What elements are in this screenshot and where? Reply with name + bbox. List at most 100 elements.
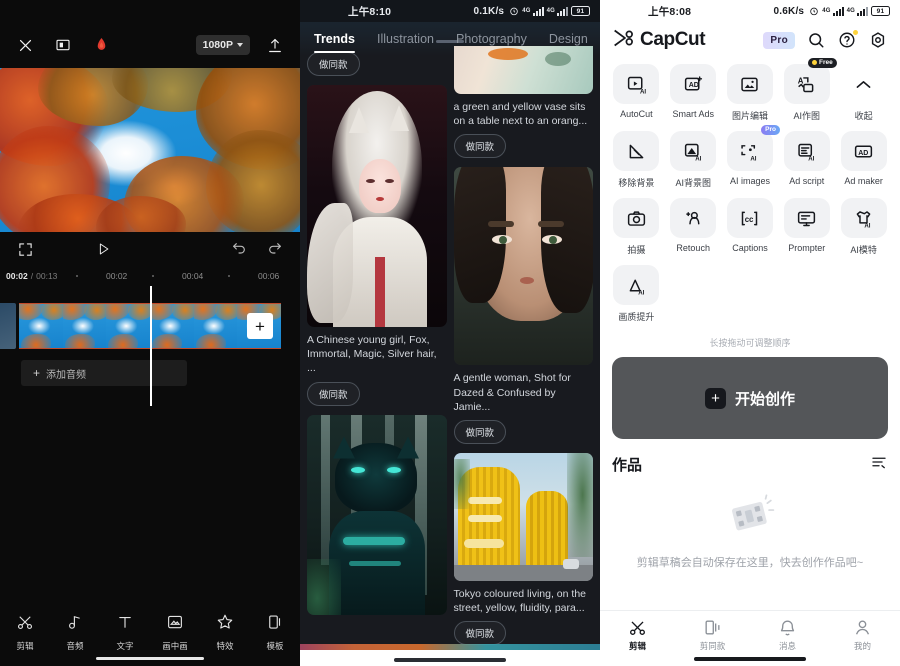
svg-text:AD: AD: [688, 82, 698, 89]
make-similar-button[interactable]: 做同款: [307, 382, 360, 406]
sort-icon[interactable]: [870, 453, 888, 476]
card-caption: A Chinese young girl, Fox, Immortal, Mag…: [307, 333, 447, 376]
camera-icon: [613, 198, 659, 238]
tool-ai-model[interactable]: AI AI模特: [835, 198, 892, 256]
pro-badge[interactable]: Pro: [763, 32, 795, 49]
tool-label: 收起: [855, 109, 873, 122]
gear-icon[interactable]: [868, 30, 888, 50]
card-image-yellow-building[interactable]: [454, 453, 594, 581]
tool-smart-ads[interactable]: AD Smart Ads: [665, 64, 722, 122]
tool-collapse[interactable]: 收起: [835, 64, 892, 122]
close-icon[interactable]: [14, 34, 36, 56]
feed-card[interactable]: [307, 415, 447, 615]
card-image-neon-tiger[interactable]: [307, 415, 447, 615]
tool-ai-images[interactable]: AI Pro AI images: [722, 131, 779, 189]
nav-item-profile[interactable]: 我的: [825, 618, 900, 652]
tool-label: 画质提升: [618, 310, 654, 323]
tool-prompter[interactable]: Prompter: [778, 198, 835, 256]
start-creating-button[interactable]: + 开始创作: [612, 357, 888, 439]
feed-card[interactable]: Tokyo coloured living, on the street, ye…: [454, 453, 594, 645]
tool-camera[interactable]: 拍摄: [608, 198, 665, 256]
home-indicator-panel3: [694, 657, 806, 661]
tool-edit[interactable]: 剪辑: [0, 613, 50, 652]
tool-ad-maker[interactable]: AD Ad maker: [835, 131, 892, 189]
status-icons: 0.1K/s 4G 4G 91: [474, 6, 590, 17]
tool-upscale[interactable]: AI 画质提升: [608, 265, 665, 323]
timeline-tracks[interactable]: + + 添加音频: [0, 286, 300, 406]
tool-image-edit[interactable]: 图片编辑: [722, 64, 779, 122]
tab-design[interactable]: Design: [549, 32, 588, 53]
aspect-ratio-icon[interactable]: [52, 34, 74, 56]
svg-text:AI: AI: [640, 88, 646, 95]
add-clip-button[interactable]: +: [247, 313, 273, 339]
nav-item-edit[interactable]: 剪辑: [600, 618, 675, 652]
tool-audio[interactable]: 音频: [50, 613, 100, 652]
nav-item-messages[interactable]: 消息: [750, 618, 825, 652]
playback-controls: [0, 232, 300, 266]
home-indicator-panel2: [394, 658, 506, 662]
make-similar-button[interactable]: 做同款: [307, 52, 360, 76]
help-icon[interactable]: [837, 30, 857, 50]
tool-edit-label: 剪辑: [0, 640, 50, 652]
upload-icon[interactable]: [264, 34, 286, 56]
tool-effects[interactable]: 特效: [200, 613, 250, 652]
feed-grid[interactable]: 做同款 A: [300, 50, 600, 666]
image-edit-icon: [727, 64, 773, 104]
tool-remove-bg[interactable]: 移除背景: [608, 131, 665, 189]
film-clapper-icon: [724, 494, 776, 545]
panel-inspiration-feed: 上午8:10 0.1K/s 4G 4G 91 Trends Illustrati…: [300, 0, 600, 666]
feed-card[interactable]: a green and yellow vase sits on a table …: [454, 46, 594, 158]
card-image-portrait[interactable]: [454, 167, 594, 365]
battery-indicator: 91: [871, 6, 890, 16]
tool-label: 图片编辑: [732, 109, 768, 122]
play-icon[interactable]: [93, 238, 115, 260]
add-audio-button[interactable]: + 添加音频: [21, 360, 187, 386]
make-similar-button[interactable]: 做同款: [454, 420, 507, 444]
make-similar-button[interactable]: 做同款: [454, 621, 507, 645]
tool-ai-bg[interactable]: AI AI背景图: [665, 131, 722, 189]
playhead[interactable]: [150, 286, 152, 406]
previous-clip-thumb[interactable]: [0, 303, 16, 349]
flame-icon[interactable]: [90, 34, 112, 56]
redo-icon[interactable]: [264, 238, 286, 260]
card-image-vase[interactable]: [454, 46, 594, 94]
tab-trends[interactable]: Trends: [314, 32, 355, 53]
tool-ad-script[interactable]: AI Ad script: [778, 131, 835, 189]
search-icon[interactable]: [806, 30, 826, 50]
feed-card[interactable]: A Chinese young girl, Fox, Immortal, Mag…: [307, 85, 447, 406]
tool-ai-draw[interactable]: A Free AI作图: [778, 64, 835, 122]
resolution-selector[interactable]: 1080P: [196, 35, 250, 55]
tool-label: 移除背景: [618, 176, 654, 189]
status-time: 上午8:10: [348, 4, 391, 19]
nav-item-templates[interactable]: 剪同款: [675, 618, 750, 652]
timeline-ruler[interactable]: 00:02 / 00:13 00:02 00:04 00:06: [0, 266, 300, 286]
feed-column-right: a green and yellow vase sits on a table …: [454, 50, 594, 666]
resolution-label: 1080P: [203, 39, 233, 51]
tool-captions[interactable]: cc Captions: [722, 198, 779, 256]
tool-pip[interactable]: 画中画: [150, 613, 200, 652]
sim2-label: 4G: [547, 8, 555, 14]
ai-bg-icon: AI: [670, 131, 716, 171]
tool-template[interactable]: 模板: [250, 613, 300, 652]
nav-label: 消息: [779, 640, 796, 652]
home-indicator-panel1: [96, 657, 204, 661]
tab-photography[interactable]: Photography: [456, 32, 527, 53]
chevron-up-icon: [841, 64, 887, 104]
network-speed: 0.1K/s: [474, 6, 505, 17]
feed-card[interactable]: A gentle woman, Shot for Dazed & Confuse…: [454, 167, 594, 444]
tool-text[interactable]: 文字: [100, 613, 150, 652]
undo-icon[interactable]: [228, 238, 250, 260]
fullscreen-icon[interactable]: [14, 238, 36, 260]
sim1-label: 4G: [822, 8, 830, 14]
tool-autocut[interactable]: AI AutoCut: [608, 64, 665, 122]
brand-logo[interactable]: CapCut: [612, 28, 705, 53]
tool-retouch[interactable]: Retouch: [665, 198, 722, 256]
tool-label: Retouch: [676, 243, 710, 253]
video-preview[interactable]: [0, 68, 300, 232]
card-image-fox-girl[interactable]: [307, 85, 447, 327]
network-speed: 0.6K/s: [774, 6, 805, 17]
pro-badge: Pro: [761, 125, 780, 135]
tab-illustration[interactable]: Illustration: [377, 32, 434, 53]
make-similar-button[interactable]: 做同款: [454, 134, 507, 158]
page-title: 作品: [612, 454, 642, 475]
